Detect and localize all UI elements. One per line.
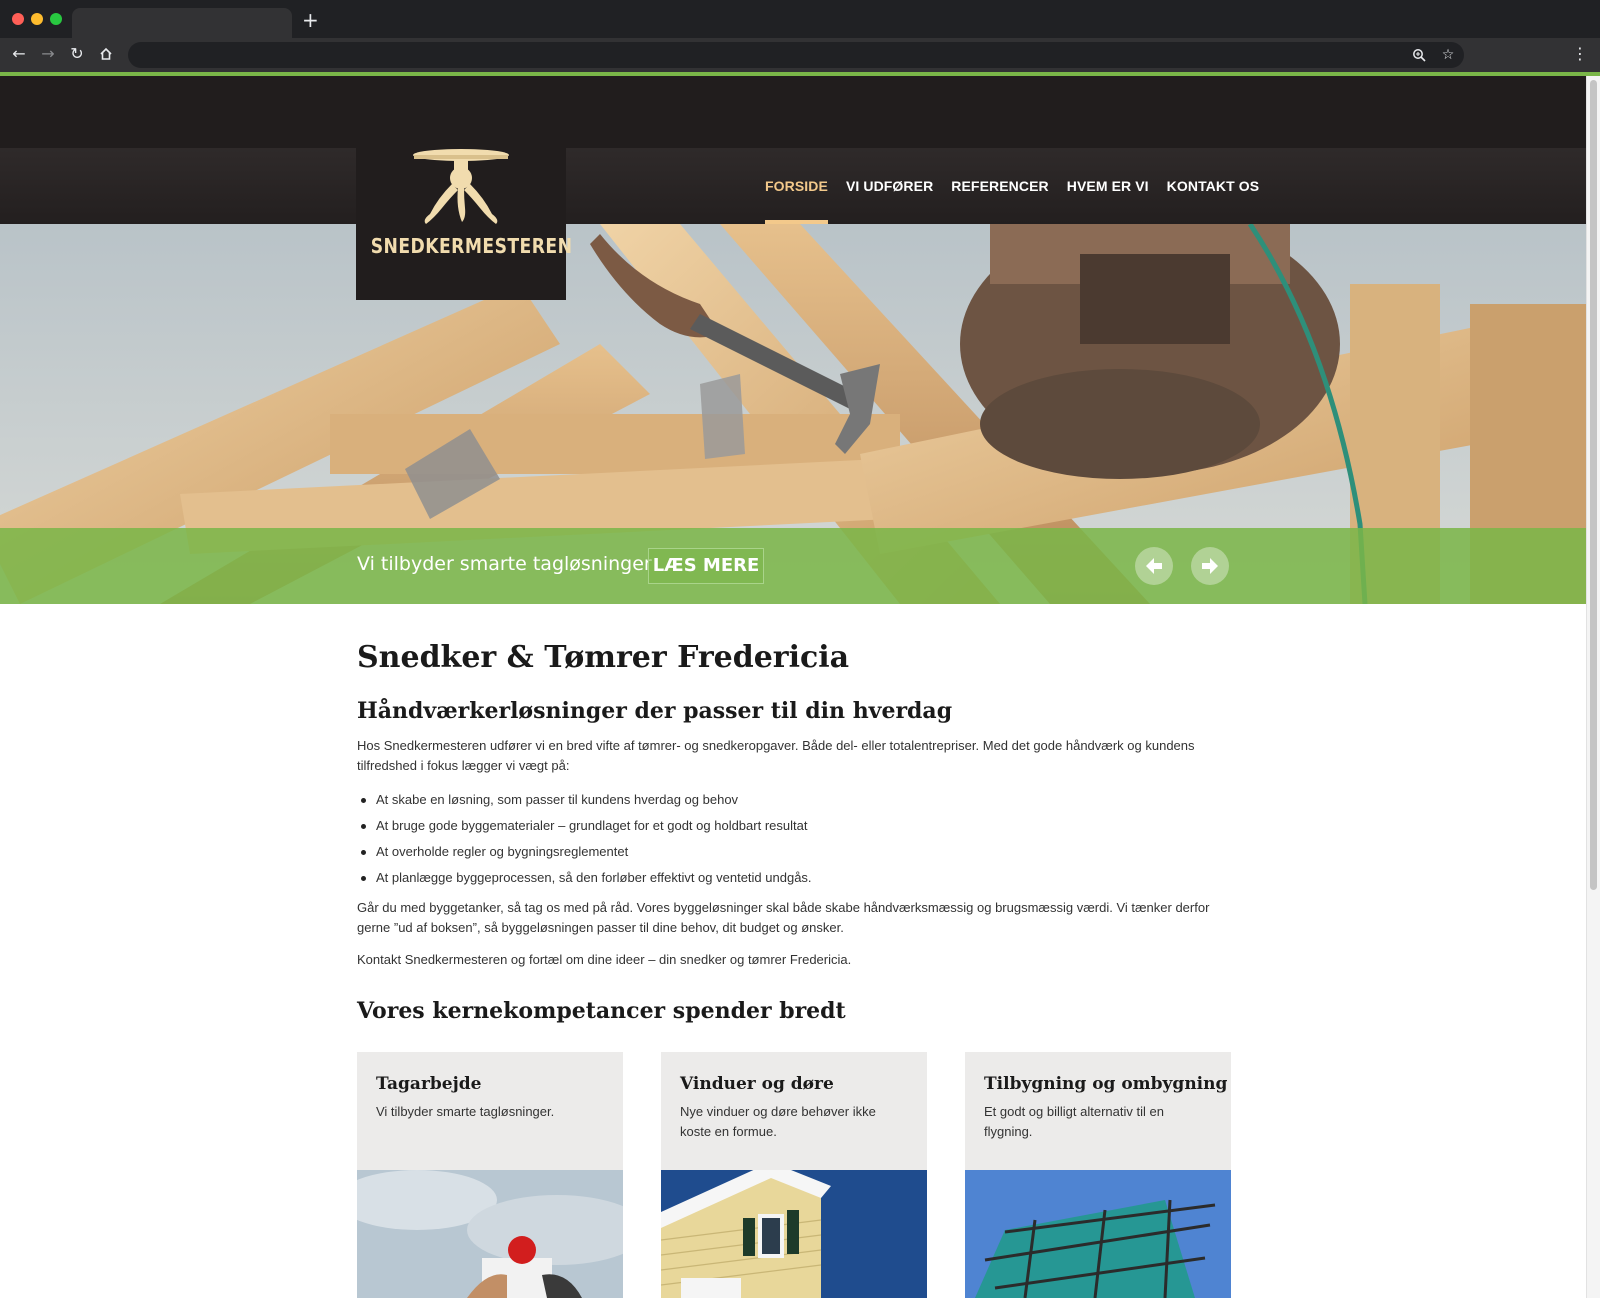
list-item: At overholde regler og bygningsreglement… (357, 842, 1231, 862)
card-title: Tagarbejde (376, 1074, 482, 1094)
card-image-roofer (357, 1170, 623, 1298)
nav-item-kontakt-os[interactable]: KONTAKT OS (1158, 148, 1269, 224)
hero-slider: Vi tilbyder smarte tagløsninger LÆS MERE (0, 224, 1586, 604)
browser-chrome: + ← → ↻ ☆ ⋮ (0, 0, 1600, 76)
minimize-window-button[interactable] (31, 13, 43, 25)
star-icon[interactable]: ☆ (1437, 44, 1459, 66)
nav-item-referencer[interactable]: REFERENCER (942, 148, 1057, 224)
reload-icon[interactable]: ↻ (66, 43, 88, 65)
page-scrollbar[interactable] (1586, 76, 1600, 1298)
kebab-menu-icon[interactable]: ⋮ (1572, 43, 1588, 65)
nav-item-hvem-er-vi[interactable]: HVEM ER VI (1058, 148, 1158, 224)
site-logo[interactable]: SNEDKERMESTEREN (356, 88, 573, 300)
new-tab-button[interactable]: + (302, 9, 319, 31)
card-title: Tilbygning og ombygning (984, 1074, 1228, 1094)
table-logo-icon (413, 149, 509, 224)
paragraph-byggetanker: Går du med byggetanker, så tag os med på… (357, 900, 1210, 936)
nav-item-forside[interactable]: FORSIDE (756, 148, 837, 224)
main-content: Snedker & Tømrer Fredericia Håndværkerlø… (357, 640, 1231, 1025)
card-body: Vinduer og døre Nye vinduer og døre behø… (661, 1052, 927, 1170)
close-window-button[interactable] (12, 13, 24, 25)
card-tilbygning-og-ombygning[interactable]: Tilbygning og ombygning Et godt og billi… (965, 1052, 1231, 1298)
arrow-left-circle-icon[interactable] (1135, 547, 1173, 585)
maximize-window-button[interactable] (50, 13, 62, 25)
service-cards: Tagarbejde Vi tilbyder smarte tagløsning… (357, 1052, 1231, 1298)
forward-icon[interactable]: → (37, 43, 59, 65)
browser-toolbar: ← → ↻ ☆ ⋮ (0, 38, 1600, 72)
benefits-list: At skabe en løsning, som passer til kund… (357, 790, 1231, 888)
card-image-scaffolding (965, 1170, 1231, 1298)
list-item: At skabe en løsning, som passer til kund… (357, 790, 1231, 810)
address-bar[interactable]: ☆ (128, 42, 1464, 68)
page-title: Snedker & Tømrer Fredericia (357, 640, 850, 675)
card-body: Tilbygning og ombygning Et godt og billi… (965, 1052, 1231, 1170)
list-item: At planlægge byggeprocessen, så den forl… (357, 868, 1231, 888)
home-icon[interactable] (95, 43, 117, 65)
site-top-bar (0, 76, 1586, 148)
hero-caption-band: Vi tilbyder smarte tagløsninger LÆS MERE (0, 528, 1586, 604)
laes-mere-button[interactable]: LÆS MERE (648, 548, 764, 584)
card-title: Vinduer og døre (680, 1074, 834, 1094)
arrow-right-circle-icon[interactable] (1191, 547, 1229, 585)
back-icon[interactable]: ← (8, 43, 30, 65)
scrollbar-thumb[interactable] (1590, 80, 1597, 890)
card-text: Vi tilbyder smarte tagløsninger. (376, 1104, 555, 1120)
tab-strip: + (0, 0, 1600, 38)
main-navigation: FORSIDE VI UDFØRER REFERENCER HVEM ER VI… (756, 148, 1268, 224)
logo-text: SNEDKERMESTEREN (370, 234, 573, 258)
card-vinduer-og-dore[interactable]: Vinduer og døre Nye vinduer og døre behø… (661, 1052, 927, 1298)
section-title-kernekompetancer: Vores kernekompetancer spender bredt (357, 998, 846, 1025)
list-item: At bruge gode byggematerialer – grundlag… (357, 816, 1231, 836)
card-text: Et godt og billigt alternativ til en fly… (984, 1104, 1164, 1140)
card-body: Tagarbejde Vi tilbyder smarte tagløsning… (357, 1052, 623, 1170)
page-subtitle: Håndværkerløsninger der passer til din h… (357, 698, 953, 724)
hero-caption: Vi tilbyder smarte tagløsninger (357, 553, 652, 575)
paragraph-kontakt: Kontakt Snedkermesteren og fortæl om din… (357, 952, 852, 968)
card-image-house-windows (661, 1170, 927, 1298)
intro-paragraph: Hos Snedkermesteren udfører vi en bred v… (357, 738, 1195, 774)
card-tagarbejde[interactable]: Tagarbejde Vi tilbyder smarte tagløsning… (357, 1052, 623, 1298)
nav-item-vi-udforer[interactable]: VI UDFØRER (837, 148, 942, 224)
browser-tab[interactable] (72, 8, 292, 38)
card-text: Nye vinduer og døre behøver ikke koste e… (680, 1104, 876, 1140)
zoom-icon[interactable] (1408, 44, 1430, 66)
